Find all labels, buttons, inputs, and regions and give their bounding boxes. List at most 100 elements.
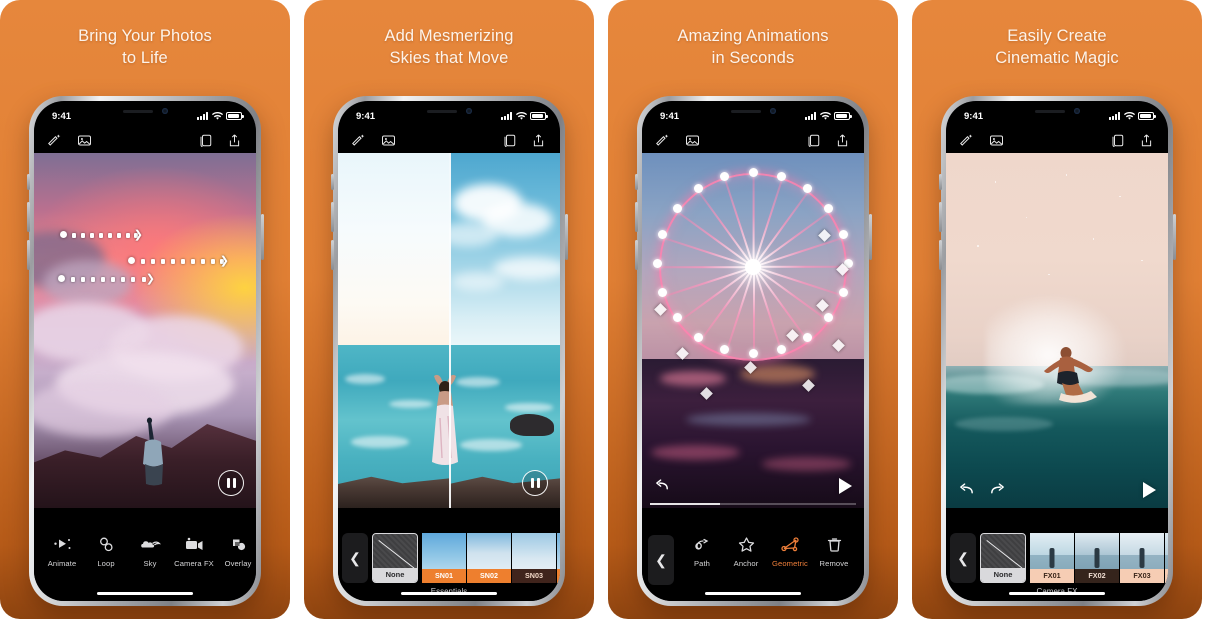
photo-canvas-1[interactable]: ❯ ❯ ❯ — [34, 153, 256, 508]
layers-icon[interactable] — [1110, 133, 1125, 148]
preset-item[interactable]: FX01 — [1030, 533, 1074, 583]
home-indicator[interactable] — [97, 591, 193, 595]
share-icon[interactable] — [227, 133, 242, 148]
layers-icon[interactable] — [198, 133, 213, 148]
preset-none[interactable]: None — [980, 533, 1026, 583]
magic-wand-icon[interactable] — [48, 133, 63, 148]
play-button[interactable] — [1143, 482, 1156, 498]
magic-wand-icon[interactable] — [960, 133, 975, 148]
tool-remove[interactable]: Remove — [812, 535, 856, 568]
preset-item[interactable]: SN02 — [467, 533, 511, 583]
tool-animate[interactable]: Animate — [40, 535, 84, 568]
mute-switch[interactable] — [330, 174, 334, 190]
cellular-signal-icon — [197, 112, 208, 120]
wifi-icon — [1123, 111, 1135, 120]
tool-overlay[interactable]: Overlay — [216, 535, 256, 568]
before-after-divider[interactable] — [449, 153, 451, 508]
tool-path[interactable]: Path — [680, 535, 724, 568]
tool-sky[interactable]: Sky — [128, 535, 172, 568]
photo-icon[interactable] — [989, 133, 1004, 148]
preset-scroll-strip[interactable]: FX01 FX02 FX03 — [1030, 533, 1168, 583]
preset-none[interactable]: None — [372, 533, 418, 583]
preset-label: FX01 — [1030, 569, 1074, 583]
tool-freeze[interactable]: Fre — [856, 535, 864, 568]
ferris-wheel — [653, 168, 853, 361]
tool-label: Camera FX — [174, 559, 214, 568]
after-half — [449, 153, 560, 508]
layers-icon[interactable] — [502, 133, 517, 148]
preset-item[interactable]: FX03 — [1120, 533, 1164, 583]
tool-label: Overlay — [224, 559, 252, 568]
redo-button[interactable] — [989, 482, 1006, 496]
power-button[interactable] — [1172, 214, 1176, 260]
playback-timeline[interactable] — [650, 503, 856, 505]
mute-switch[interactable] — [938, 174, 942, 190]
preset-label: FX02 — [1075, 569, 1119, 583]
app-top-toolbar-4 — [946, 127, 1168, 153]
photo-icon[interactable] — [381, 133, 396, 148]
photo-icon[interactable] — [77, 133, 92, 148]
volume-down-button[interactable] — [938, 240, 942, 270]
volume-up-button[interactable] — [938, 202, 942, 232]
subject-person — [136, 414, 170, 486]
tool-loop[interactable]: Loop — [84, 535, 128, 568]
preset-label: SN02 — [467, 569, 511, 583]
magic-wand-icon[interactable] — [656, 133, 671, 148]
volume-down-button[interactable] — [330, 240, 334, 270]
photo-canvas-4[interactable] — [946, 153, 1168, 508]
pause-button[interactable] — [522, 470, 548, 496]
preset-back-button[interactable]: ❮ — [342, 533, 368, 583]
panel-headline-3: Amazing Animations in Seconds — [677, 27, 829, 67]
battery-icon — [1138, 112, 1156, 120]
photo-canvas-3[interactable] — [642, 153, 864, 508]
preset-item-selected[interactable]: FX02 — [1075, 533, 1119, 583]
status-time: 9:41 — [660, 110, 680, 122]
notch — [400, 101, 498, 121]
tool-geometric[interactable]: Geometric — [768, 535, 812, 568]
photo-sunset-clouds: ❯ ❯ ❯ — [34, 153, 256, 508]
preset-scroll-strip[interactable]: SN01 SN02 SN03 — [422, 533, 560, 583]
share-icon[interactable] — [1139, 133, 1154, 148]
tool-back-button[interactable]: ❮ — [648, 535, 674, 585]
mute-switch[interactable] — [634, 174, 638, 190]
preset-item[interactable]: SN01 — [422, 533, 466, 583]
undo-button[interactable] — [654, 478, 671, 492]
tool-label: Animate — [47, 559, 77, 568]
preset-back-button[interactable]: ❮ — [950, 533, 976, 583]
power-button[interactable] — [868, 214, 872, 260]
home-indicator[interactable] — [1009, 591, 1105, 595]
photo-icon[interactable] — [685, 133, 700, 148]
cellular-signal-icon — [805, 112, 816, 120]
layers-icon[interactable] — [806, 133, 821, 148]
preset-item-selected[interactable]: SN03 — [512, 533, 556, 583]
pause-button[interactable] — [218, 470, 244, 496]
tool-camera-fx[interactable]: Camera FX — [172, 535, 216, 568]
share-icon[interactable] — [835, 133, 850, 148]
home-indicator[interactable] — [401, 591, 497, 595]
volume-up-button[interactable] — [634, 202, 638, 232]
sky-preset-bar: ❮ None SN01 SN02 SN03 — [338, 525, 560, 601]
volume-down-button[interactable] — [26, 240, 30, 270]
motion-path-3[interactable]: ❯ — [58, 274, 155, 285]
power-button[interactable] — [564, 214, 568, 260]
volume-down-button[interactable] — [634, 240, 638, 270]
motion-path-2[interactable]: ❯ — [128, 256, 229, 267]
tool-label: Sky — [143, 559, 157, 568]
share-icon[interactable] — [531, 133, 546, 148]
undo-button[interactable] — [958, 482, 975, 496]
play-button[interactable] — [839, 478, 852, 494]
preset-item[interactable]: FX0 — [1165, 533, 1168, 583]
power-button[interactable] — [260, 214, 264, 260]
canvas-history-controls — [654, 478, 671, 492]
home-indicator[interactable] — [705, 591, 801, 595]
earpiece-speaker — [730, 109, 761, 113]
battery-icon — [226, 112, 244, 120]
preset-item[interactable]: SN — [557, 533, 560, 583]
volume-up-button[interactable] — [26, 202, 30, 232]
magic-wand-icon[interactable] — [352, 133, 367, 148]
volume-up-button[interactable] — [330, 202, 334, 232]
tool-anchor[interactable]: Anchor — [724, 535, 768, 568]
mute-switch[interactable] — [26, 174, 30, 190]
photo-canvas-2[interactable] — [338, 153, 560, 508]
motion-path-1[interactable]: ❯ — [60, 230, 143, 241]
